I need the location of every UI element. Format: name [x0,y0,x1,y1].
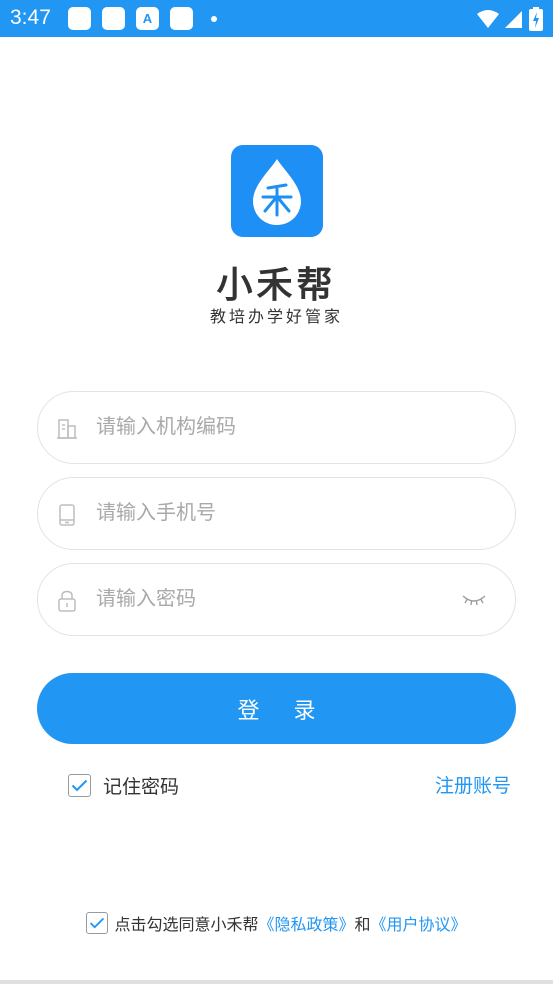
more-notifications-icon [211,16,217,22]
bottom-edge [0,980,553,984]
status-time: 3:47 [10,6,51,29]
org-code-field[interactable] [37,391,516,464]
svg-text:A: A [143,11,153,26]
lock-icon [58,590,76,612]
register-link[interactable]: 注册账号 [435,771,511,798]
password-input[interactable] [96,564,476,635]
agreement-text: 点击勾选同意小禾帮 [114,917,259,934]
remember-checkbox[interactable] [68,774,91,797]
app-logo [231,145,323,237]
user-agreement-link[interactable]: 《用户协议》 [371,911,467,935]
phone-input[interactable] [96,478,476,549]
login-button[interactable]: 登 录 [37,673,516,744]
phone-icon [59,504,75,526]
agreement-checkbox[interactable] [86,912,109,934]
remember-label: 记住密码 [103,777,180,798]
building-icon [57,419,77,439]
password-field[interactable] [37,563,516,636]
battery-icon [529,7,543,31]
org-code-input[interactable] [96,392,476,463]
agreement: 点击勾选同意小禾帮 《隐私政策》 和 《用户协议》 [0,911,553,935]
agreement-and: 和 [354,917,371,934]
eye-closed-icon[interactable] [461,590,487,608]
phone-field[interactable] [37,477,516,550]
remember-password[interactable]: 记住密码 [68,772,179,799]
notification-icon [170,7,193,30]
check-icon [90,917,105,929]
privacy-policy-link[interactable]: 《隐私政策》 [258,911,354,935]
status-indicators [477,7,543,31]
signal-icon [505,11,522,28]
notification-icon [68,7,91,30]
wifi-icon [477,10,499,28]
brand-name: 小禾帮 [216,264,337,305]
status-bar: 3:47 A [0,0,553,37]
notification-icon [102,7,125,30]
check-icon [71,779,88,792]
translate-icon: A [136,7,159,30]
brand-slogan: 教培办学好管家 [209,309,343,326]
